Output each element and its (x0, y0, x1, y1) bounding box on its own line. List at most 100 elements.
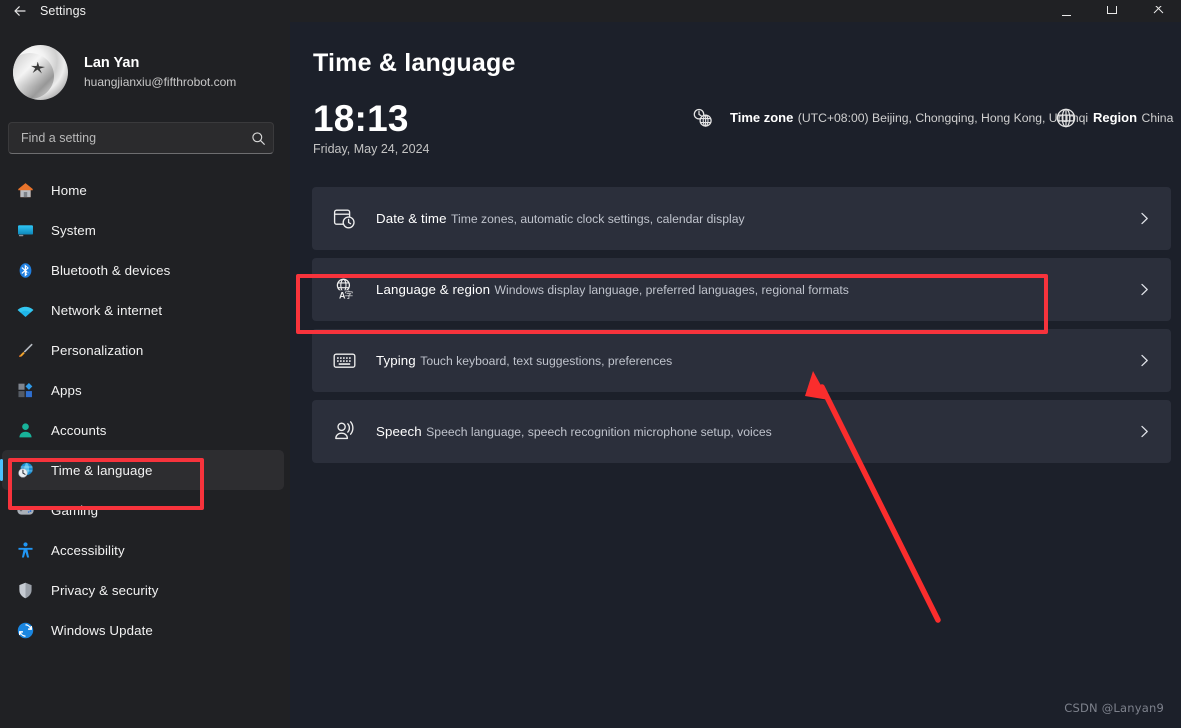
sidebar-item-personalization[interactable]: Personalization (2, 330, 284, 370)
card-texts: Language & region Windows display langua… (376, 281, 1131, 299)
sidebar-item-gaming[interactable]: Gaming (2, 490, 284, 530)
card-subtitle: Speech language, speech recognition micr… (426, 424, 772, 439)
card-title: Typing (376, 352, 416, 368)
card-title: Date & time (376, 210, 447, 226)
sidebar-item-label: Apps (51, 382, 82, 398)
person-icon (12, 418, 38, 442)
sidebar: Lan Yan huangjianxiu@fifthrobot.com Find… (0, 22, 290, 728)
paintbrush-icon (12, 338, 38, 362)
sidebar-item-time-language[interactable]: Time & language (0, 450, 284, 490)
bluetooth-icon (12, 258, 38, 282)
gamepad-icon (12, 498, 38, 522)
shield-icon (12, 578, 38, 602)
watermark: CSDN @Lanyan9 (1064, 701, 1164, 715)
current-date: Friday, May 24, 2024 (313, 142, 430, 156)
settings-window: Settings Lan Yan huangjianxiu@fifthrobot… (0, 0, 1181, 728)
maximize-button[interactable] (1089, 0, 1135, 22)
sidebar-item-accessibility[interactable]: Accessibility (2, 530, 284, 570)
card-typing[interactable]: Typing Touch keyboard, text suggestions,… (312, 329, 1171, 392)
sidebar-item-label: Personalization (51, 342, 144, 358)
chevron-right-icon[interactable] (1131, 424, 1157, 439)
maximize-icon (1106, 5, 1117, 14)
sidebar-item-label: Privacy & security (51, 582, 159, 598)
window-title: Settings (40, 4, 86, 18)
home-icon (12, 178, 38, 202)
page-title: Time & language (313, 49, 516, 77)
speech-icon (329, 417, 359, 447)
sidebar-item-system[interactable]: System (2, 210, 284, 250)
sidebar-item-bluetooth[interactable]: Bluetooth & devices (2, 250, 284, 290)
card-title: Speech (376, 423, 422, 439)
region-title: Region (1093, 110, 1138, 125)
sidebar-item-apps[interactable]: Apps (2, 370, 284, 410)
title-bar: Settings (0, 0, 1181, 22)
card-speech[interactable]: Speech Speech language, speech recogniti… (312, 400, 1171, 463)
translate-globe-icon: A 字 (329, 275, 359, 305)
keyboard-icon (329, 346, 359, 376)
sidebar-item-home[interactable]: Home (2, 170, 284, 210)
update-sync-icon (12, 618, 38, 642)
chevron-right-icon[interactable] (1131, 282, 1157, 297)
window-controls (1043, 0, 1181, 22)
chevron-right-icon[interactable] (1131, 353, 1157, 368)
profile-name: Lan Yan (84, 54, 140, 71)
sidebar-nav: Home System Bluetooth & devices Network … (0, 170, 290, 650)
profile-block[interactable]: Lan Yan huangjianxiu@fifthrobot.com (13, 43, 290, 101)
title-bar-left: Settings (0, 0, 86, 22)
close-button[interactable] (1135, 0, 1181, 22)
time-zone-text: Time zone (UTC+08:00) Beijing, Chongqing… (730, 109, 1088, 127)
sidebar-item-privacy[interactable]: Privacy & security (2, 570, 284, 610)
svg-text:字: 字 (344, 289, 353, 301)
clock-summary: 18:13 Friday, May 24, 2024 Time zone (UT… (313, 97, 1181, 165)
card-subtitle: Windows display language, preferred lang… (494, 282, 849, 297)
sidebar-item-label: Bluetooth & devices (51, 262, 171, 278)
region-summary: Region China (1051, 103, 1173, 133)
minimize-icon (1061, 14, 1071, 16)
search-icon[interactable] (243, 131, 273, 146)
sidebar-item-label: Windows Update (51, 622, 153, 638)
apps-grid-icon (12, 378, 38, 402)
region-value: China (1141, 111, 1174, 125)
back-button[interactable] (0, 0, 40, 22)
search-input[interactable] (9, 131, 243, 145)
card-texts: Date & time Time zones, automatic clock … (376, 210, 1131, 228)
sidebar-item-accounts[interactable]: Accounts (2, 410, 284, 450)
sidebar-item-label: Accounts (51, 422, 107, 438)
sidebar-item-label: Network & internet (51, 302, 163, 318)
card-language-and-region[interactable]: A 字 Language & region Windows display la… (312, 258, 1171, 321)
sidebar-item-label: Gaming (51, 502, 99, 518)
region-text: Region China (1093, 109, 1173, 127)
time-zone-summary: Time zone (UTC+08:00) Beijing, Chongqing… (688, 103, 1088, 133)
sidebar-item-label: System (51, 222, 96, 238)
card-subtitle: Time zones, automatic clock settings, ca… (451, 211, 745, 226)
calendar-clock-icon (329, 204, 359, 234)
sidebar-item-label: Time & language (51, 462, 153, 478)
wifi-icon (12, 298, 38, 322)
card-subtitle: Touch keyboard, text suggestions, prefer… (420, 353, 673, 368)
clock-globe-icon (688, 103, 718, 133)
sidebar-item-windows-update[interactable]: Windows Update (2, 610, 284, 650)
close-icon (1153, 5, 1163, 13)
profile-email: huangjianxiu@fifthrobot.com (84, 74, 237, 89)
card-texts: Typing Touch keyboard, text suggestions,… (376, 352, 1131, 370)
back-arrow-icon (14, 6, 26, 16)
time-zone-title: Time zone (730, 110, 794, 125)
card-date-and-time[interactable]: Date & time Time zones, automatic clock … (312, 187, 1171, 250)
sidebar-item-network[interactable]: Network & internet (2, 290, 284, 330)
profile-text: Lan Yan huangjianxiu@fifthrobot.com (84, 54, 236, 91)
clock-globe-icon (12, 458, 38, 482)
sidebar-item-label: Accessibility (51, 542, 125, 558)
minimize-button[interactable] (1043, 0, 1089, 22)
chevron-right-icon[interactable] (1131, 211, 1157, 226)
card-title: Language & region (376, 281, 491, 297)
time-zone-value: (UTC+08:00) Beijing, Chongqing, Hong Kon… (797, 111, 1089, 125)
avatar (13, 44, 68, 100)
sidebar-item-label: Home (51, 182, 87, 198)
settings-card-list: Date & time Time zones, automatic clock … (312, 187, 1171, 463)
system-monitor-icon (12, 218, 38, 242)
globe-icon (1051, 103, 1081, 133)
search-box[interactable] (8, 122, 274, 154)
accessibility-person-icon (12, 538, 38, 562)
card-texts: Speech Speech language, speech recogniti… (376, 423, 1131, 441)
main-content: Time & language 18:13 Friday, May 24, 20… (290, 22, 1181, 728)
